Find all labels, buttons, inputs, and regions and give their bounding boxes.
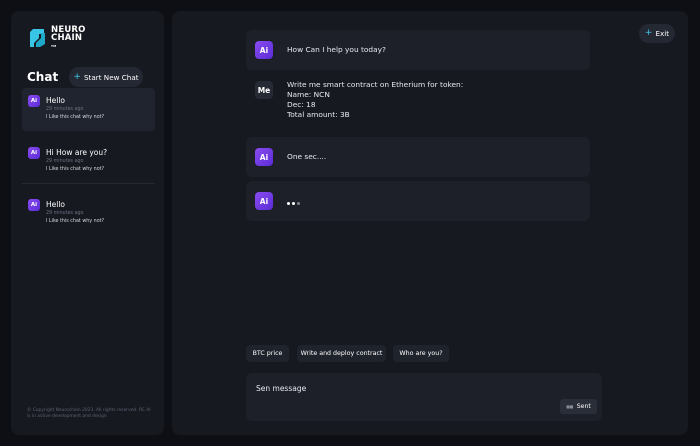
user-avatar-icon: Me xyxy=(255,81,273,99)
copyright-footer: © Copyright Neurochain 2023. All rights … xyxy=(27,408,151,419)
suggestion-chip-btc-price[interactable]: BTC price xyxy=(246,345,289,362)
user-message: Me Write me smart contract on Etherium f… xyxy=(246,74,590,134)
chat-history-item[interactable]: Ai Hello 29 minutes ago I Like this chat… xyxy=(22,192,155,235)
message-text: Write me smart contract on Etherium for … xyxy=(287,80,463,120)
exit-button[interactable]: + Exit xyxy=(639,24,675,43)
divider xyxy=(22,183,155,184)
plus-icon: + xyxy=(73,71,81,82)
typing-indicator xyxy=(287,202,300,205)
ai-avatar-icon: Ai xyxy=(255,41,273,59)
chat-item-time: 29 minutes ago xyxy=(46,159,84,164)
brand-wordmark: NEURO CHAIN TM xyxy=(51,26,86,50)
ai-avatar-icon: Ai xyxy=(255,192,273,210)
message-line: Total amount: 3B xyxy=(287,110,350,119)
neurochain-logo-icon xyxy=(30,29,45,47)
message-line: Write me smart contract on Etherium for … xyxy=(287,80,464,89)
typing-dot xyxy=(297,202,300,205)
start-new-chat-button[interactable]: + Start New Chat xyxy=(69,67,143,87)
ai-avatar-icon: Ai xyxy=(255,148,273,166)
suggestion-chip-who-are-you[interactable]: Who are you? xyxy=(393,345,449,362)
chat-main-panel: + Exit Ai How Can I help you today? Me W… xyxy=(172,11,688,435)
ai-avatar-icon: Ai xyxy=(28,199,40,211)
message-line: Name: NCN xyxy=(287,90,330,99)
typing-dot xyxy=(287,202,290,205)
chat-item-preview: I Like this chat why not? xyxy=(46,219,105,224)
brand-logo[interactable]: NEURO CHAIN TM xyxy=(27,26,86,50)
message-text: One sec.... xyxy=(287,152,327,161)
ai-avatar-icon: Ai xyxy=(28,95,40,107)
suggestion-chip-write-deploy[interactable]: Write and deploy contract xyxy=(297,345,386,362)
chat-item-preview: I Like this chat why not? xyxy=(46,115,105,120)
chat-item-title: Hello xyxy=(46,96,66,105)
ai-message: Ai One sec.... xyxy=(246,137,590,177)
ai-typing-message: Ai xyxy=(246,181,590,221)
sidebar: NEURO CHAIN TM Chat + Start New Chat Ai H… xyxy=(11,11,164,435)
brand-trademark: TM xyxy=(51,44,57,48)
message-composer: ■■ Sent xyxy=(246,373,602,421)
chat-item-time: 29 minutes ago xyxy=(46,211,84,216)
ai-avatar-icon: Ai xyxy=(28,147,40,159)
message-text: How Can I help you today? xyxy=(287,45,386,54)
send-label: Sent xyxy=(576,403,591,410)
plus-icon: + xyxy=(644,28,653,38)
chat-history-item[interactable]: Ai Hello 29 minutes ago I Like this chat… xyxy=(22,88,155,131)
ai-message: Ai How Can I help you today? xyxy=(246,30,590,70)
exit-label: Exit xyxy=(655,29,670,38)
message-input[interactable] xyxy=(256,382,556,394)
chat-item-title: Hello xyxy=(46,200,66,209)
chat-heading: Chat xyxy=(27,70,59,84)
chat-item-time: 29 minutes ago xyxy=(46,107,84,112)
message-line: Dec: 18 xyxy=(287,100,316,109)
chat-item-preview: I Like this chat why not? xyxy=(46,167,105,172)
typing-dot xyxy=(292,202,295,205)
chat-history-item[interactable]: Ai Hi How are you? 29 minutes ago I Like… xyxy=(22,140,155,183)
send-button[interactable]: ■■ Sent xyxy=(560,399,597,414)
chat-item-title: Hi How are you? xyxy=(46,148,108,157)
start-new-chat-label: Start New Chat xyxy=(83,72,139,82)
send-icon: ■■ xyxy=(566,404,573,409)
brand-line-2: CHAIN xyxy=(51,33,83,43)
